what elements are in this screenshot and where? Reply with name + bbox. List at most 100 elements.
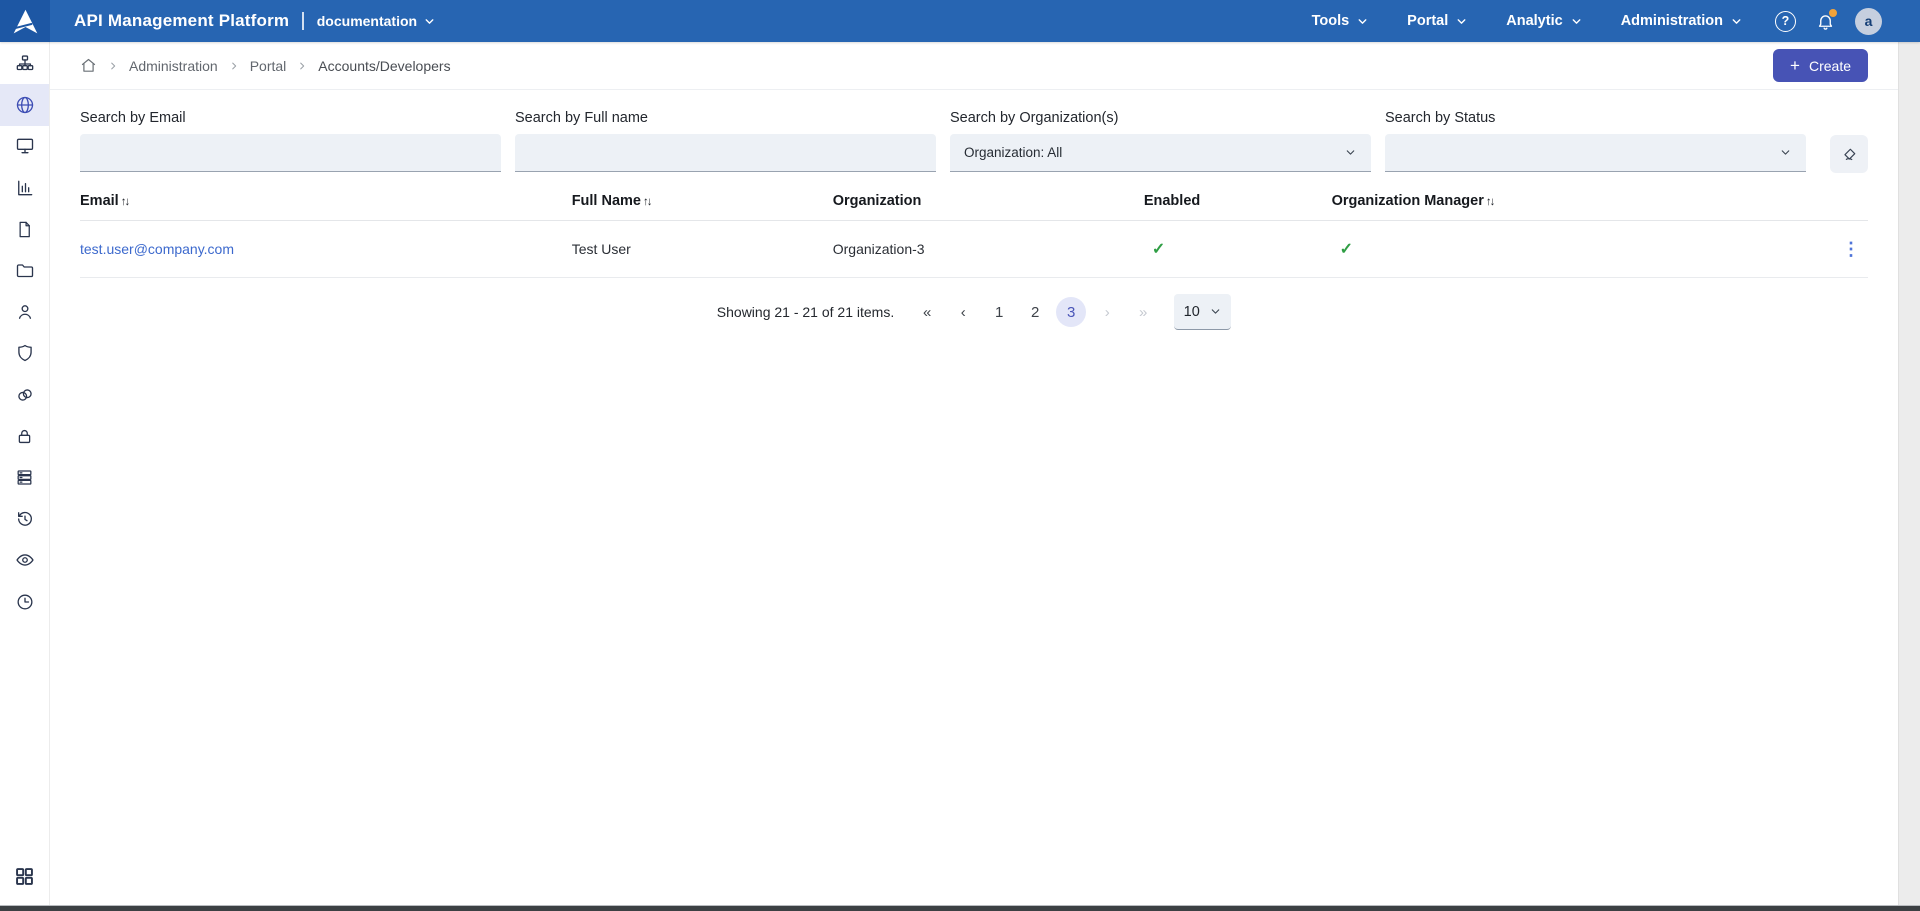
column-full-name-label: Full Name (572, 193, 641, 209)
user-icon (15, 302, 35, 322)
nav-tools[interactable]: Tools (1312, 13, 1370, 29)
help-button[interactable]: ? (1775, 11, 1796, 32)
sidebar-item-server[interactable] (0, 457, 49, 498)
pagination-summary: Showing 21 - 21 of 21 items. (717, 304, 894, 320)
nav-analytic[interactable]: Analytic (1506, 13, 1582, 29)
search-full-name-input[interactable] (515, 134, 936, 172)
column-header-organization-manager[interactable]: Organization Manager↑↓ (1332, 181, 1826, 221)
window-bottom-edge (0, 905, 1920, 911)
sidebar-item-portal-globe[interactable] (0, 84, 49, 125)
chevron-down-icon (1779, 146, 1792, 159)
sidebar-item-user[interactable] (0, 291, 49, 332)
organization-select[interactable]: Organization: All (950, 134, 1371, 172)
sidebar-item-history[interactable] (0, 498, 49, 539)
breadcrumb: Administration Portal Accounts/Developer… (80, 57, 451, 74)
chevron-right-icon (229, 61, 239, 71)
history-restore-icon (15, 509, 35, 529)
eraser-icon (1841, 146, 1858, 163)
folder-icon (15, 261, 35, 281)
column-header-organization: Organization (833, 181, 1144, 221)
chevron-right-icon (108, 61, 118, 71)
sort-icon[interactable]: ↑↓ (643, 196, 651, 208)
globe-icon (15, 95, 35, 115)
chevron-down-icon (1209, 305, 1222, 318)
breadcrumb-portal[interactable]: Portal (250, 58, 287, 74)
main-content: Administration Portal Accounts/Developer… (50, 42, 1898, 905)
app-window: API Management Platform documentation To… (0, 0, 1920, 911)
top-header: API Management Platform documentation To… (0, 0, 1920, 42)
environment-label: documentation (317, 13, 417, 29)
monitor-icon (15, 136, 35, 156)
nav-tools-label: Tools (1312, 13, 1350, 29)
page-3-button[interactable]: 3 (1056, 297, 1086, 327)
user-avatar[interactable]: a (1855, 8, 1882, 35)
table-header-row: Email↑↓ Full Name↑↓ Organization Enabled (80, 181, 1868, 221)
sort-icon[interactable]: ↑↓ (1486, 196, 1494, 208)
developers-table: Email↑↓ Full Name↑↓ Organization Enabled (80, 181, 1868, 278)
table-row: test.user@company.com Test User Organiza… (80, 221, 1868, 278)
hierarchy-icon (15, 54, 35, 74)
column-header-email[interactable]: Email↑↓ (80, 181, 572, 221)
sidebar-item-eye[interactable] (0, 540, 49, 581)
breadcrumb-administration[interactable]: Administration (129, 58, 218, 74)
create-button-label: Create (1809, 58, 1851, 74)
chevron-down-icon (1570, 15, 1583, 28)
filter-email: Search by Email (80, 110, 501, 172)
environment-selector[interactable]: documentation (317, 13, 436, 29)
column-organization-manager-label: Organization Manager (1332, 193, 1484, 209)
first-page-button[interactable]: « (912, 297, 942, 327)
status-select[interactable] (1385, 134, 1806, 172)
org-manager-check-icon: ✓ (1340, 241, 1353, 258)
sidebar-item-document[interactable] (0, 209, 49, 250)
create-button[interactable]: + Create (1773, 49, 1868, 82)
sidebar-item-hierarchy[interactable] (0, 43, 49, 84)
row-email-link[interactable]: test.user@company.com (80, 241, 234, 257)
sidebar-item-bar-chart[interactable] (0, 167, 49, 208)
sidebar-item-apps-grid[interactable] (0, 856, 49, 897)
nav-portal-label: Portal (1407, 13, 1448, 29)
chevron-down-icon (423, 15, 436, 28)
filter-full-name: Search by Full name (515, 110, 936, 172)
filter-organizations: Search by Organization(s) Organization: … (950, 110, 1371, 172)
app-logo[interactable] (0, 0, 50, 42)
scrollbar-track[interactable] (1898, 42, 1920, 905)
logo-arrow-icon (12, 8, 39, 35)
filter-status-label: Search by Status (1385, 110, 1806, 126)
shield-icon (15, 343, 35, 363)
notifications-button[interactable] (1816, 12, 1835, 31)
apps-grid-icon (14, 866, 35, 887)
chevron-down-icon (1455, 15, 1468, 28)
plus-icon: + (1790, 57, 1800, 74)
sidebar-item-monitor[interactable] (0, 126, 49, 167)
column-header-actions (1826, 181, 1868, 221)
sidebar-item-folder[interactable] (0, 250, 49, 291)
organization-select-value: Organization: All (964, 145, 1062, 160)
column-enabled-label: Enabled (1144, 193, 1200, 209)
row-kebab-menu-icon[interactable]: ⋮ (1842, 240, 1860, 258)
home-icon[interactable] (80, 57, 97, 74)
sort-icon[interactable]: ↑↓ (121, 196, 129, 208)
page-2-button[interactable]: 2 (1020, 297, 1050, 327)
filter-organizations-label: Search by Organization(s) (950, 110, 1371, 126)
sidebar-item-lock[interactable] (0, 416, 49, 457)
last-page-button[interactable]: » (1128, 297, 1158, 327)
previous-page-button[interactable]: ‹ (948, 297, 978, 327)
chevron-down-icon (1730, 15, 1743, 28)
clear-filters-button[interactable] (1830, 135, 1868, 173)
search-email-input[interactable] (80, 134, 501, 172)
chevron-down-icon (1344, 146, 1357, 159)
nav-administration[interactable]: Administration (1621, 13, 1743, 29)
sidebar-item-clock[interactable] (0, 581, 49, 622)
top-navigation: Tools Portal Analytic Administration (1312, 13, 1743, 29)
column-email-label: Email (80, 193, 119, 209)
page-size-select[interactable]: 10 (1174, 294, 1231, 330)
row-organization: Organization-3 (833, 221, 1144, 278)
sidebar-item-link[interactable] (0, 374, 49, 415)
app-title: API Management Platform (74, 11, 289, 31)
sidebar-item-shield[interactable] (0, 333, 49, 374)
column-header-enabled: Enabled (1144, 181, 1332, 221)
nav-portal[interactable]: Portal (1407, 13, 1468, 29)
next-page-button[interactable]: › (1092, 297, 1122, 327)
page-1-button[interactable]: 1 (984, 297, 1014, 327)
column-header-full-name[interactable]: Full Name↑↓ (572, 181, 833, 221)
